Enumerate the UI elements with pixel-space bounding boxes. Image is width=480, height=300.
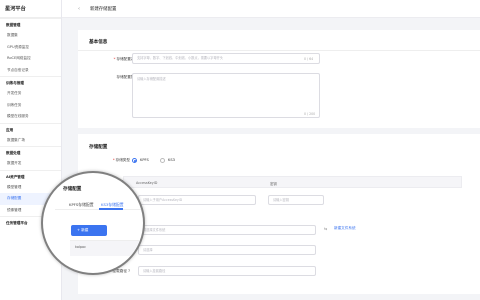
desc-placeholder: 请输入存储配置描述 bbox=[137, 77, 166, 81]
mount-placeholder: 请输入挂载路径 bbox=[143, 269, 166, 273]
nav-group-data[interactable]: 数据管理 bbox=[0, 18, 61, 30]
radio-ks3-label: KS3 bbox=[168, 158, 175, 162]
active-tab-indicator bbox=[99, 208, 123, 210]
sidebar-item-roce-monitor[interactable]: RoCE网络监控 bbox=[0, 53, 61, 65]
col-secret: 密钥 bbox=[270, 181, 277, 186]
accesskey-placeholder: 请输入子用户AccessKeyID bbox=[143, 198, 183, 202]
secret-input[interactable]: 请输入密钥 bbox=[268, 195, 324, 205]
filesystem-placeholder: 请选择文件系统 bbox=[143, 228, 166, 232]
list-item-name: kolpoc bbox=[75, 245, 86, 249]
magnifier-lens: 存储配置 KPFS存储配置 KS3存储配置 + 新建 kolpoc bbox=[41, 171, 145, 275]
collapse-icon[interactable]: ‹ bbox=[78, 6, 80, 12]
accesskey-input[interactable]: 请输入子用户AccessKeyID bbox=[138, 195, 256, 205]
mount-input[interactable]: 请输入挂载路径 bbox=[138, 266, 316, 276]
storage-type-label: *存储类型 bbox=[112, 158, 130, 162]
lens-title: 存储配置 bbox=[63, 187, 82, 192]
nav-group-app[interactable]: 应用 bbox=[0, 122, 61, 135]
radio-kpfs[interactable] bbox=[132, 158, 137, 163]
secret-placeholder: 请输入密钥 bbox=[273, 198, 289, 202]
brand-title: 星河平台 bbox=[0, 0, 61, 18]
path-select[interactable]: 请选择 bbox=[138, 245, 316, 255]
divider bbox=[78, 50, 480, 51]
refresh-icon[interactable]: ⇆ bbox=[324, 226, 327, 231]
filesystem-select[interactable]: 请选择文件系统 bbox=[138, 225, 316, 235]
radio-kpfs-label: KPFS bbox=[140, 158, 149, 162]
add-button[interactable]: + 新建 bbox=[71, 225, 107, 236]
radio-ks3[interactable] bbox=[160, 158, 165, 163]
name-input[interactable]: 支持字母、数字、下划线、中划线、小数点，需要以字母开头 bbox=[132, 53, 320, 64]
desc-textarea[interactable]: 请输入存储配置描述 bbox=[132, 73, 320, 118]
nav-group-processing[interactable]: 数据处理 bbox=[0, 146, 61, 158]
sidebar-item-node-heal[interactable]: 节点自愈记录 bbox=[0, 65, 61, 77]
sidebar-item-dataset-market[interactable]: 数据集广场 bbox=[0, 135, 61, 147]
name-counter: 0 / 64 bbox=[304, 57, 314, 61]
tab-kpfs-config[interactable]: KPFS存储配置 bbox=[69, 202, 94, 208]
new-filesystem-link[interactable]: 新建文件系统 bbox=[334, 226, 356, 231]
name-placeholder: 支持字母、数字、下划线、中划线、小数点，需要以字母开头 bbox=[137, 56, 224, 60]
sidebar-item-data-dev[interactable]: 数据开发 bbox=[0, 158, 61, 170]
path-placeholder: 请选择 bbox=[143, 248, 153, 252]
basic-info-card: 基本信息 *存储配置名称 支持字母、数字、下划线、中划线、小数点，需要以字母开头… bbox=[78, 30, 480, 128]
page-title: 新建存储配置 bbox=[90, 7, 117, 12]
sidebar-item-online-service[interactable]: 模型在线服务 bbox=[0, 111, 61, 123]
nav-group-train[interactable]: 训练与推理 bbox=[0, 76, 61, 88]
list-item[interactable]: kolpoc bbox=[70, 240, 143, 256]
name-label: *存储配置名称 bbox=[113, 57, 138, 61]
storage-title: 存储配置 bbox=[89, 145, 108, 150]
desc-counter: 0 / 200 bbox=[304, 112, 316, 116]
basic-info-title: 基本信息 bbox=[89, 40, 108, 45]
sidebar-item-gpu-monitor[interactable]: GPU资源监控 bbox=[0, 42, 61, 54]
desc-label: 存储配置描述 bbox=[116, 75, 138, 79]
sidebar-item-train-task[interactable]: 训练任务 bbox=[0, 100, 61, 112]
top-header: ‹ 新建存储配置 bbox=[62, 0, 480, 18]
credential-table-header: AccessKeyID 密钥 bbox=[123, 176, 462, 188]
sidebar-item-dataset[interactable]: 数据集 bbox=[0, 30, 61, 42]
sidebar-item-dev-task[interactable]: 开发任务 bbox=[0, 88, 61, 100]
